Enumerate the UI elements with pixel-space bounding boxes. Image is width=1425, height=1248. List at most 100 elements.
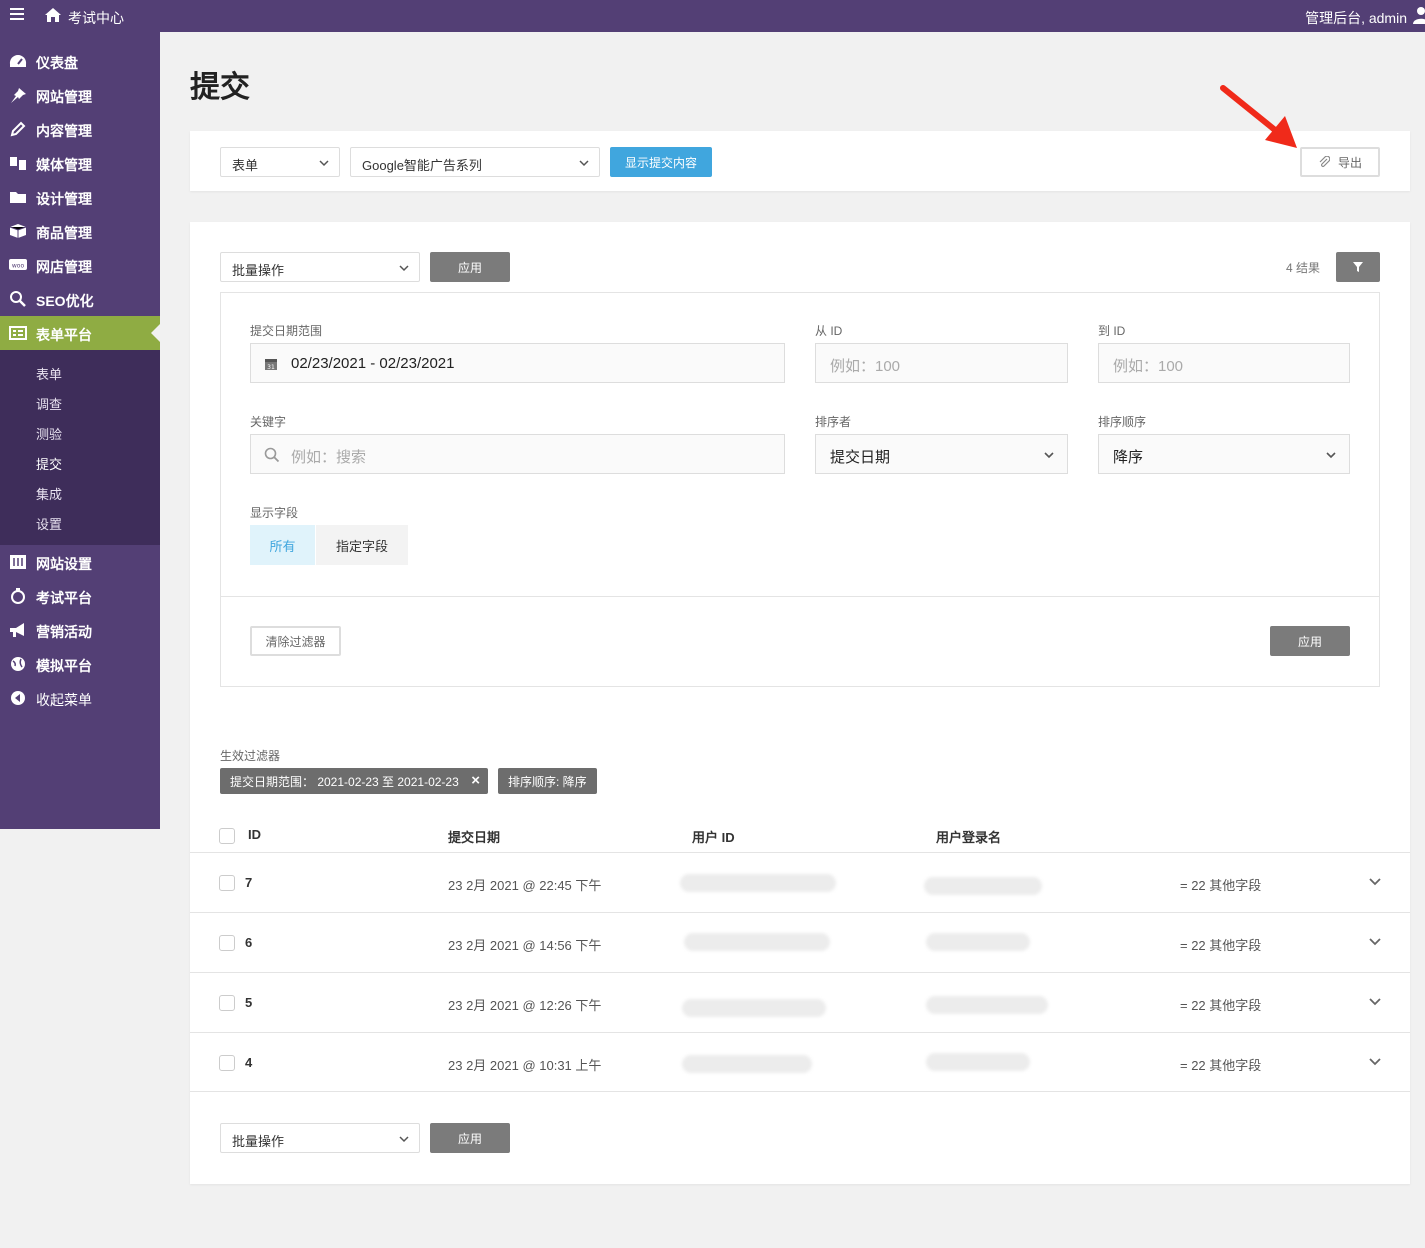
bulk-action-select-bottom[interactable]: 批量操作 <box>220 1123 420 1153</box>
svg-text:woo: woo <box>12 263 25 270</box>
table-row[interactable]: 4 23 2月 2021 @ 10:31 上午 = 22 其他字段 <box>190 1032 1410 1092</box>
edit-icon <box>10 121 26 137</box>
chevron-down-icon <box>399 1136 409 1143</box>
megaphone-icon <box>10 623 24 637</box>
sidebar-item-forms[interactable]: 表单平台 <box>0 316 160 350</box>
filter-icon <box>1353 262 1363 272</box>
sidebar-item-seo[interactable]: SEO优化 <box>0 282 160 316</box>
divider <box>221 596 1379 597</box>
sidebar-item-dashboard[interactable]: 仪表盘 <box>0 44 160 78</box>
bulk-apply-button-bottom[interactable]: 应用 <box>430 1123 510 1153</box>
table-row[interactable]: 5 23 2月 2021 @ 12:26 下午 = 22 其他字段 <box>190 972 1410 1032</box>
chevron-down-icon <box>579 160 589 167</box>
close-icon[interactable]: × <box>471 772 480 789</box>
column-header-id[interactable]: ID <box>248 827 261 842</box>
redacted-user-login <box>924 877 1042 895</box>
row-checkbox[interactable] <box>219 995 235 1011</box>
submenu-forms[interactable]: 表单 <box>36 364 62 383</box>
user-icon[interactable] <box>1411 6 1425 24</box>
sidebar: 仪表盘 网站管理 内容管理 媒体管理 设计管理 商品管理 woo 网店管理 SE… <box>0 32 160 829</box>
column-header-date[interactable]: 提交日期 <box>448 827 500 846</box>
paperclip-icon <box>1319 156 1330 167</box>
table-row[interactable]: 6 23 2月 2021 @ 14:56 下午 = 22 其他字段 <box>190 912 1410 972</box>
fields-all-toggle[interactable]: 所有 <box>250 525 315 565</box>
fields-specific-toggle[interactable]: 指定字段 <box>316 525 408 565</box>
export-button[interactable]: 导出 <box>1300 147 1380 177</box>
form-type-select[interactable]: 表单 <box>220 147 340 177</box>
show-submissions-button[interactable]: 显示提交内容 <box>610 147 712 177</box>
submenu-settings[interactable]: 设置 <box>36 514 62 533</box>
account-menu[interactable]: 管理后台, admin <box>1305 8 1407 28</box>
row-checkbox[interactable] <box>219 1055 235 1071</box>
from-id-input[interactable]: 例如：100 <box>815 343 1068 383</box>
sidebar-item-site[interactable]: 网站管理 <box>0 78 160 112</box>
site-title[interactable]: 考试中心 <box>68 8 124 28</box>
active-filter-chip-date: 提交日期范围： 2021-02-23 至 2021-02-23 × <box>220 768 488 794</box>
select-all-checkbox[interactable] <box>219 828 235 844</box>
chevron-down-icon <box>399 265 409 272</box>
search-icon <box>10 291 26 307</box>
submenu-quiz[interactable]: 测验 <box>36 424 62 443</box>
pin-icon <box>11 88 26 103</box>
apply-filters-button[interactable]: 应用 <box>1270 626 1350 656</box>
chevron-down-icon[interactable] <box>1368 997 1382 1007</box>
sort-by-select[interactable]: 提交日期 <box>815 434 1068 474</box>
submenu-integrations[interactable]: 集成 <box>36 484 62 503</box>
submenu-submissions[interactable]: 提交 <box>36 454 62 473</box>
table-row[interactable]: 7 23 2月 2021 @ 22:45 下午 = 22 其他字段 <box>190 852 1410 912</box>
keyword-search-input[interactable]: 例如：搜索 <box>250 434 785 474</box>
chevron-down-icon[interactable] <box>1368 877 1382 887</box>
row-checkbox[interactable] <box>219 935 235 951</box>
redacted-user-id <box>684 933 830 951</box>
sidebar-item-content[interactable]: 内容管理 <box>0 112 160 146</box>
sidebar-item-exam[interactable]: 考试平台 <box>0 579 160 613</box>
media-icon <box>10 157 26 170</box>
chevron-down-icon[interactable] <box>1368 1057 1382 1067</box>
filter-toggle-button[interactable] <box>1336 252 1380 282</box>
annotation-arrow-icon <box>1220 85 1297 148</box>
filter-panel: 提交日期范围 31 02/23/2021 - 02/23/2021 从 ID 例… <box>220 292 1380 687</box>
form-select[interactable]: Google智能广告系列 <box>350 147 600 177</box>
redacted-user-id <box>682 999 826 1017</box>
sidebar-item-simulation[interactable]: 模拟平台 <box>0 647 160 681</box>
forms-submenu: 表单 调查 测验 提交 集成 设置 <box>0 350 160 545</box>
folder-icon <box>10 192 26 203</box>
sidebar-collapse[interactable]: 收起菜单 <box>0 681 160 715</box>
redacted-user-login <box>926 1053 1030 1071</box>
sidebar-item-shop[interactable]: woo 网店管理 <box>0 248 160 282</box>
globe-icon <box>11 657 25 671</box>
sort-order-select[interactable]: 降序 <box>1098 434 1350 474</box>
sidebar-item-marketing[interactable]: 营销活动 <box>0 613 160 647</box>
bulk-action-select[interactable]: 批量操作 <box>220 252 420 282</box>
sidebar-item-media[interactable]: 媒体管理 <box>0 146 160 180</box>
sidebar-item-site-settings[interactable]: 网站设置 <box>0 545 160 579</box>
column-header-user-id[interactable]: 用户 ID <box>692 827 735 846</box>
clear-filters-button[interactable]: 清除过滤器 <box>250 626 341 656</box>
calendar-icon: 31 <box>265 359 277 371</box>
collapse-icon <box>11 691 25 705</box>
to-id-input[interactable]: 例如：100 <box>1098 343 1350 383</box>
row-checkbox[interactable] <box>219 875 235 891</box>
home-icon[interactable] <box>44 6 62 24</box>
sidebar-item-design[interactable]: 设计管理 <box>0 180 160 214</box>
form-icon <box>9 326 27 340</box>
bulk-apply-button[interactable]: 应用 <box>430 252 510 282</box>
chevron-down-icon <box>1044 452 1054 459</box>
redacted-user-login <box>926 996 1048 1014</box>
chevron-down-icon <box>319 160 329 167</box>
sidebar-item-products[interactable]: 商品管理 <box>0 214 160 248</box>
submenu-survey[interactable]: 调查 <box>36 394 62 413</box>
active-filter-chip-sort: 排序顺序: 降序 <box>498 768 597 794</box>
column-header-user-login[interactable]: 用户登录名 <box>936 827 1001 846</box>
redacted-user-id <box>682 1055 812 1073</box>
redacted-user-id <box>680 874 836 892</box>
chevron-down-icon[interactable] <box>1368 937 1382 947</box>
chevron-down-icon <box>1326 452 1336 459</box>
active-filters-label: 生效过滤器 <box>220 749 281 763</box>
date-range-input[interactable]: 31 02/23/2021 - 02/23/2021 <box>250 343 785 383</box>
hamburger-menu-icon[interactable] <box>10 8 24 24</box>
settings-icon <box>10 555 26 569</box>
dashboard-icon <box>9 54 27 67</box>
search-icon <box>264 447 280 463</box>
box-icon <box>9 224 27 238</box>
